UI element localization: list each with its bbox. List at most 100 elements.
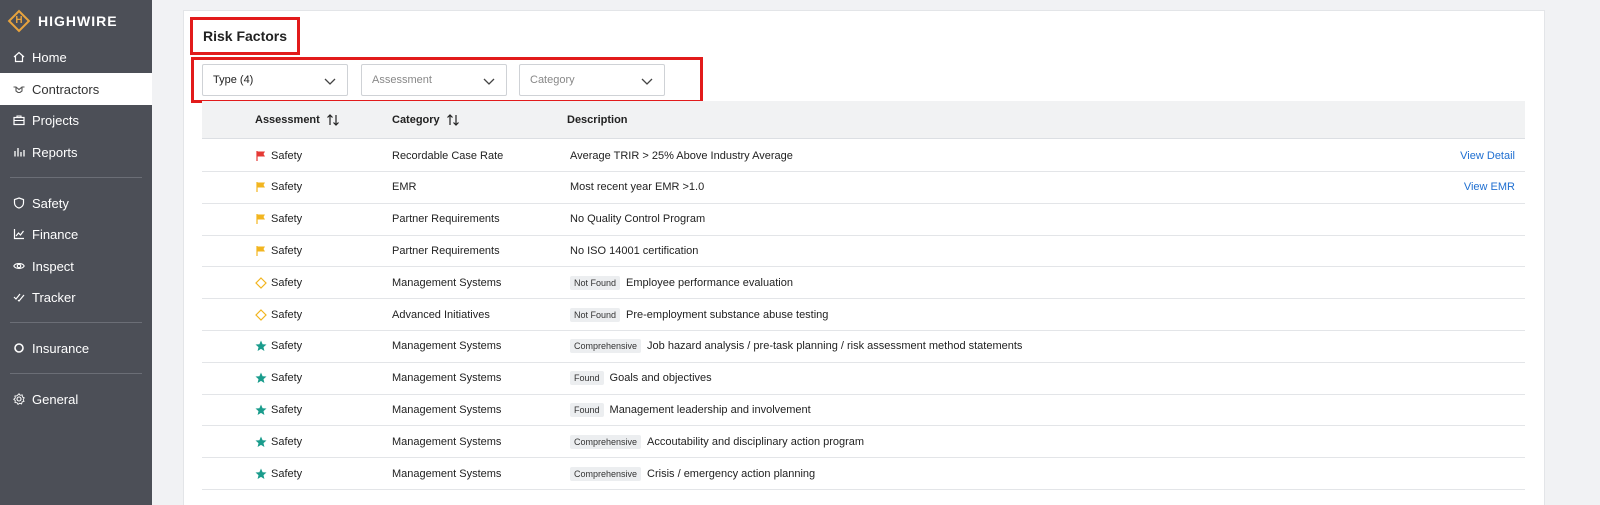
nav-projects[interactable]: Projects — [0, 104, 152, 136]
description-text: Crisis / emergency action planning — [647, 467, 816, 480]
title-highlight: Risk Factors — [190, 17, 300, 55]
nav-safety-label: Safety — [32, 195, 69, 211]
assessment-text: Safety — [271, 244, 303, 257]
status-badge: Found — [570, 402, 604, 417]
yellow-flag-icon — [255, 181, 267, 193]
sidebar-divider — [10, 177, 142, 178]
nav-home[interactable]: Home — [0, 41, 152, 73]
nav-inspect-label: Inspect — [32, 258, 74, 274]
nav-reports-label: Reports — [32, 144, 78, 160]
table-row[interactable]: Safety Partner Requirements No Quality Con… — [202, 204, 1525, 236]
assessment-cell: Safety — [255, 267, 302, 298]
description-cell: Average TRIR > 25% Above Industry Averag… — [570, 140, 793, 171]
logo-text: HIGHWIRE — [38, 13, 118, 29]
red-flag-icon — [255, 150, 267, 162]
description-text: Most recent year EMR >1.0 — [570, 181, 705, 194]
description-cell: Comprehensive Job hazard analysis / pre-t… — [570, 331, 1022, 362]
status-badge: Found — [570, 371, 604, 386]
bar-chart-icon — [13, 146, 25, 158]
sidebar-divider — [10, 322, 142, 323]
nav-contractors[interactable]: Contractors — [0, 73, 152, 105]
description-cell: Comprehensive Crisis / emergency action p… — [570, 458, 815, 489]
assessment-cell: Safety — [255, 172, 302, 203]
nav-inspect[interactable]: Inspect — [0, 250, 152, 282]
table-row[interactable]: Safety Management Systems Comprehensive Job… — [202, 331, 1525, 363]
nav-general-label: General — [32, 391, 79, 407]
category-cell: Management Systems — [392, 372, 502, 385]
table-row[interactable]: Safety Management Systems Found Goals and o… — [202, 363, 1525, 395]
category-cell: Recordable Case Rate — [392, 149, 504, 162]
logo[interactable]: H HIGHWIRE — [7, 8, 118, 34]
table-row[interactable]: Safety Partner Requirements No ISO 14001 c… — [202, 235, 1525, 268]
nav-reports[interactable]: Reports — [0, 136, 152, 168]
yellow-flag-icon — [255, 213, 267, 225]
description-text: Pre-employment substance abuse testing — [626, 308, 829, 321]
description-cell: Found Goals and objectives — [570, 363, 712, 394]
ring-icon — [13, 342, 25, 354]
description-cell: Comprehensive Accoutability and disciplin… — [570, 426, 864, 457]
assessment-text: Safety — [271, 467, 303, 480]
column-description: Description — [567, 101, 628, 139]
yellow-flag-icon — [255, 245, 267, 257]
category-cell: EMR — [392, 181, 417, 194]
gear-icon — [13, 393, 25, 405]
table-row[interactable]: Safety Management Systems Found Management … — [202, 394, 1525, 427]
page-title: Risk Factors — [203, 28, 288, 44]
teal-star-icon — [255, 468, 267, 480]
description-text: Average TRIR > 25% Above Industry Averag… — [570, 149, 793, 162]
description-text: Employee performance evaluation — [626, 276, 793, 289]
assessment-text: Safety — [271, 403, 303, 416]
category-cell: Management Systems — [392, 340, 502, 353]
description-cell: Not Found Employee performance evaluation — [570, 267, 793, 298]
category-cell: Advanced Initiatives — [392, 308, 490, 321]
table-header: Assessment Category Description — [202, 101, 1525, 139]
status-badge: Not Found — [570, 275, 621, 290]
assessment-cell: Safety — [255, 426, 302, 457]
category-filter-placeholder: Category — [530, 74, 575, 86]
assessment-cell: Safety — [255, 204, 302, 235]
yellow-diamond-icon — [255, 276, 267, 289]
description-text: No ISO 14001 certification — [570, 244, 699, 257]
chevron-down-icon — [641, 78, 653, 85]
check-list-icon — [13, 291, 25, 303]
row-action-link[interactable]: View Detail — [1460, 140, 1515, 171]
status-badge: Comprehensive — [570, 466, 642, 481]
nav-safety[interactable]: Safety — [0, 187, 152, 219]
table-row[interactable]: Safety Advanced Initiatives Not Found Pre-e… — [202, 299, 1525, 331]
table-row[interactable]: Safety EMR Most recent year EMR >1.0 View E… — [202, 172, 1525, 204]
eye-icon — [13, 260, 25, 272]
nav-general[interactable]: General — [0, 383, 152, 415]
nav-contractors-label: Contractors — [32, 81, 100, 97]
sort-icon[interactable] — [446, 113, 460, 127]
nav-tracker-label: Tracker — [32, 289, 76, 305]
assessment-text: Safety — [271, 276, 303, 289]
line-chart-icon — [13, 228, 25, 240]
handshake-icon — [13, 83, 25, 95]
assessment-cell: Safety — [255, 235, 302, 266]
assessment-cell: Safety — [255, 394, 302, 425]
table-row[interactable]: Safety Recordable Case Rate Average TRIR >… — [202, 140, 1525, 172]
row-action-link[interactable]: View EMR — [1464, 172, 1515, 203]
description-cell: Not Found Pre-employment substance abuse … — [570, 299, 828, 330]
assessment-cell: Safety — [255, 458, 302, 489]
shield-icon — [13, 197, 25, 209]
assessment-filter-select[interactable]: Assessment — [361, 64, 507, 96]
status-badge: Comprehensive — [570, 339, 642, 354]
table-row[interactable]: Safety Management Systems Comprehensive Acc… — [202, 426, 1525, 459]
nav-insurance[interactable]: Insurance — [0, 332, 152, 364]
assessment-filter-placeholder: Assessment — [372, 74, 432, 86]
column-assessment[interactable]: Assessment — [255, 101, 340, 139]
category-filter-select[interactable]: Category — [519, 64, 665, 96]
table-row[interactable]: Safety Management Systems Comprehensive Cri… — [202, 458, 1525, 490]
nav-tracker[interactable]: Tracker — [0, 281, 152, 313]
type-filter-select[interactable]: Type (4) — [202, 64, 348, 96]
description-text: No Quality Control Program — [570, 213, 706, 226]
chevron-down-icon — [324, 78, 336, 85]
column-category[interactable]: Category — [392, 101, 460, 139]
nav-finance[interactable]: Finance — [0, 218, 152, 250]
column-category-label: Category — [392, 114, 440, 126]
nav-insurance-label: Insurance — [32, 340, 90, 356]
table-row[interactable]: Safety Management Systems Not Found Employe… — [202, 267, 1525, 300]
sort-icon[interactable] — [326, 113, 340, 127]
status-badge: Not Found — [570, 307, 621, 322]
